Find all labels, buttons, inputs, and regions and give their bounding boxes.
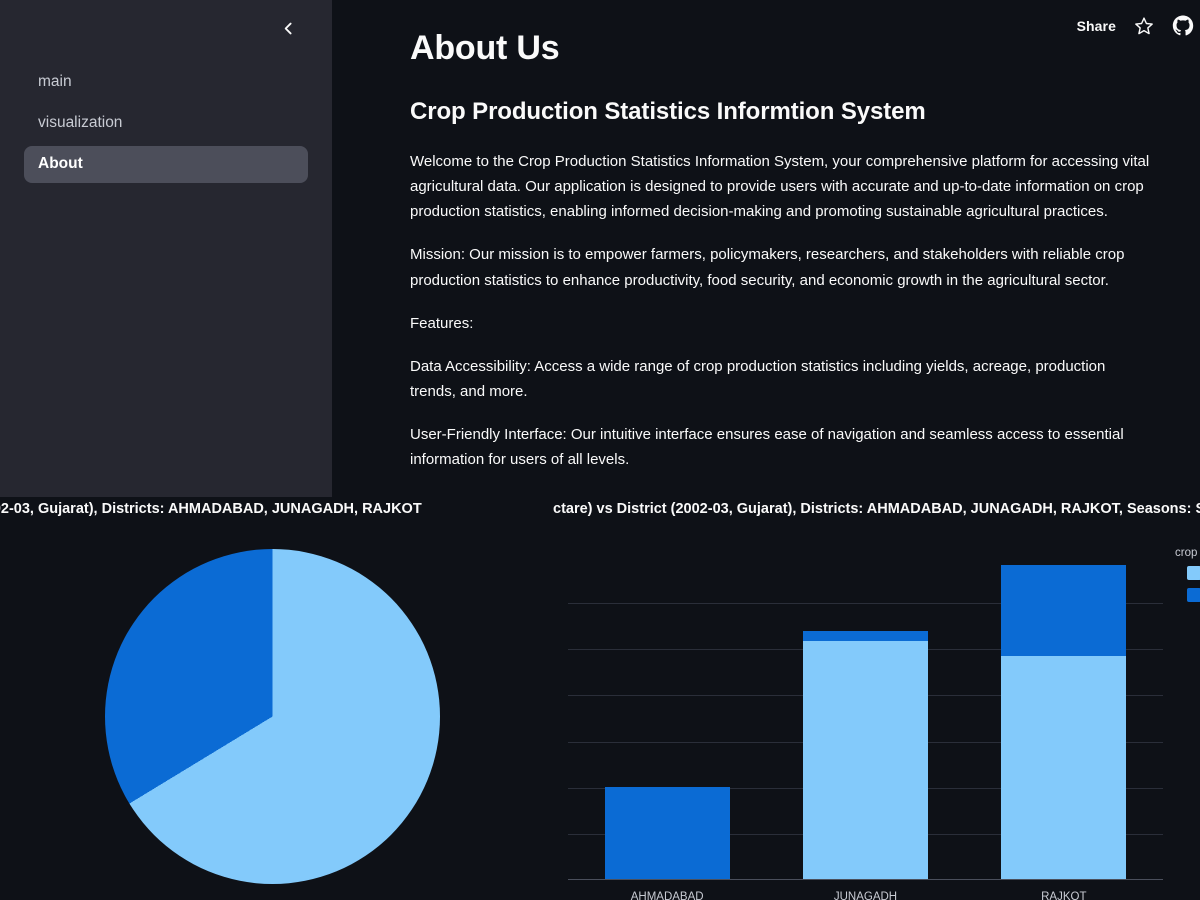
legend-title: crop [1175, 547, 1198, 559]
sidebar-item-visualization[interactable]: visualization [24, 105, 308, 142]
x-tick-label: RAJKOT [1041, 891, 1087, 900]
bar-segment[interactable] [1001, 564, 1127, 657]
bar-segment[interactable] [803, 641, 928, 879]
bar-segment[interactable] [1001, 656, 1127, 879]
bar-column[interactable] [1001, 564, 1127, 879]
x-axis-line [568, 879, 1163, 880]
pie-chart[interactable] [0, 527, 550, 900]
sidebar: main visualization About [0, 0, 332, 497]
bar-column[interactable] [803, 631, 928, 879]
chevron-left-icon[interactable] [274, 14, 302, 42]
legend-swatch-1 [1187, 588, 1200, 602]
x-tick-label: JUNAGADH [833, 891, 898, 900]
about-paragraph-5: User-Friendly Interface: Our intuitive i… [410, 426, 1124, 469]
bar-chart-plot-area [568, 557, 1163, 880]
page-subtitle: Crop Production Statistics Informtion Sy… [410, 97, 926, 125]
sidebar-item-main[interactable]: main [24, 64, 308, 101]
legend-swatch-0 [1187, 566, 1200, 580]
sidebar-nav: main visualization About [0, 64, 332, 187]
legend-item[interactable] [1171, 588, 1200, 602]
about-paragraph-3: Features: [410, 314, 474, 332]
about-paragraph-4: Data Accessibility: Access a wide range … [410, 357, 1106, 401]
sidebar-item-about[interactable]: About [24, 145, 308, 183]
star-icon[interactable] [1134, 16, 1154, 36]
about-paragraph-2: Mission: Our mission is to empower farme… [410, 246, 1125, 289]
github-icon[interactable] [1172, 15, 1194, 37]
legend-item[interactable] [1171, 566, 1200, 580]
bar-chart[interactable]: crop district AHMADABADJUNAGADHRAJKOT [553, 527, 1200, 900]
charts-overlay: nes) vs Crop (2002-03, Gujarat), Distric… [0, 497, 1200, 900]
bar-segment[interactable] [604, 787, 730, 879]
app-root: About Us Crop Production Statistics Info… [0, 0, 1200, 900]
main-content: About Us Crop Production Statistics Info… [332, 0, 1200, 520]
bar-chart-legend: crop [1171, 547, 1200, 610]
pie-chart-slices[interactable] [105, 549, 440, 884]
x-tick-label: AHMADABAD [630, 891, 704, 900]
app-header: Share [780, 0, 1200, 52]
about-paragraph-1: Welcome to the Crop Production Statistic… [410, 152, 1150, 221]
pie-chart-title: nes) vs Crop (2002-03, Gujarat), Distric… [0, 501, 422, 517]
bar-chart-title: ctare) vs District (2002-03, Gujarat), D… [553, 501, 1200, 517]
share-button[interactable]: Share [1077, 18, 1116, 34]
bar-column[interactable] [604, 787, 730, 879]
bar-segment[interactable] [803, 631, 928, 642]
